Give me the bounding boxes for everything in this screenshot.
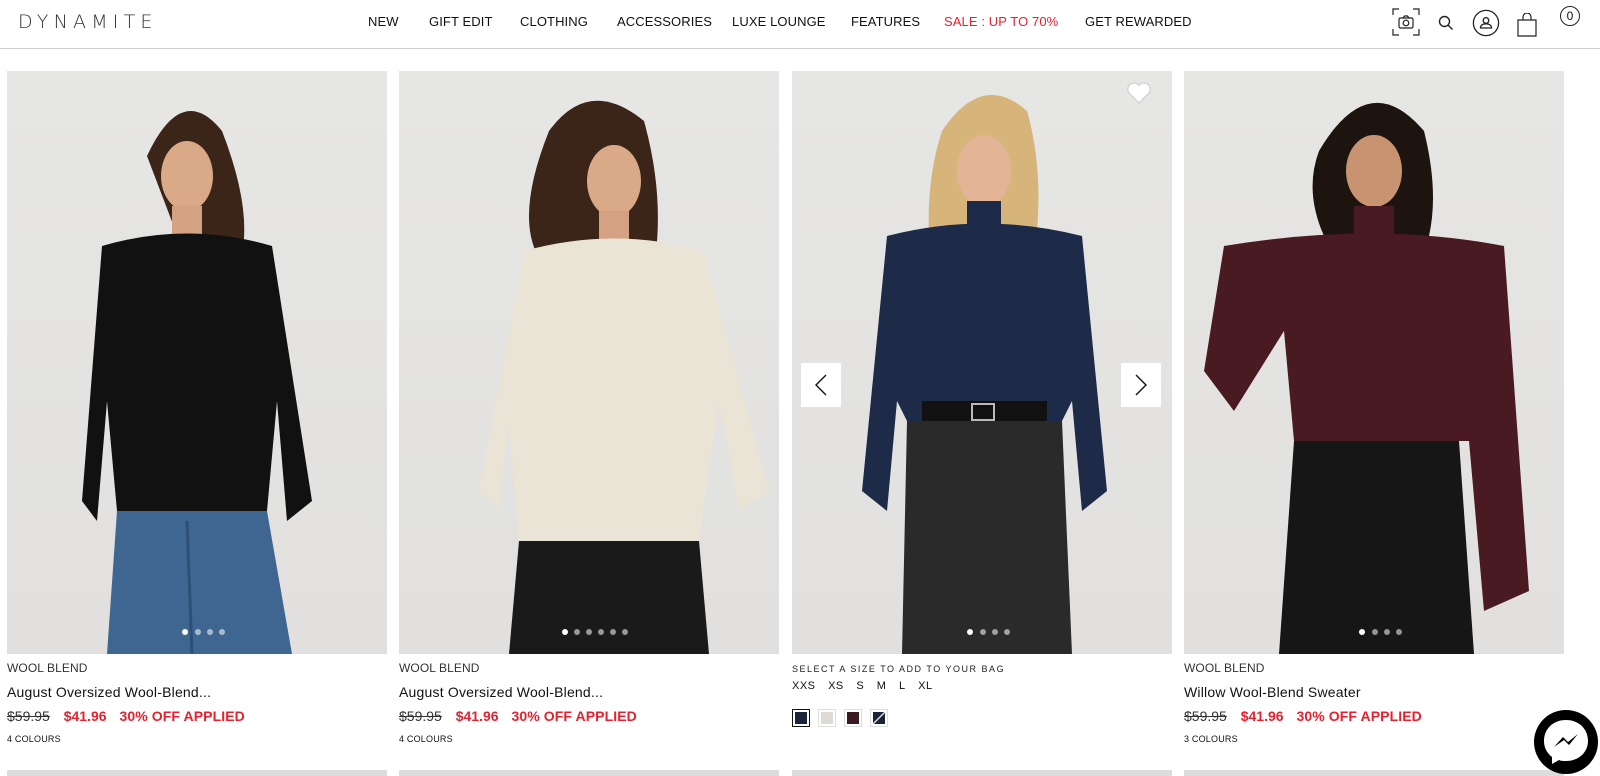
carousel-dot[interactable]: [980, 629, 986, 635]
original-price: $59.95: [1184, 708, 1227, 724]
product-tag: WOOL BLEND: [399, 661, 480, 675]
next-row-product-image: [7, 770, 387, 776]
shopping-bag-icon[interactable]: [1516, 13, 1538, 37]
carousel-dot[interactable]: [1384, 629, 1390, 635]
carousel-dot[interactable]: [1359, 629, 1365, 635]
product-name[interactable]: August Oversized Wool-Blend...: [7, 683, 387, 701]
nav-features[interactable]: FEATURES: [851, 14, 920, 29]
sweater: [82, 233, 312, 521]
carousel-dot[interactable]: [207, 629, 213, 635]
image-carousel-dots: [1184, 629, 1564, 635]
carousel-dot[interactable]: [1004, 629, 1010, 635]
original-price: $59.95: [399, 708, 442, 724]
sale-price: $41.96: [63, 708, 107, 724]
nav-clothing[interactable]: CLOTHING: [520, 14, 588, 29]
model-photo: [82, 111, 312, 654]
discount-label: 30% OFF APPLIED: [119, 708, 245, 724]
model-photo: [1204, 102, 1529, 654]
nav-luxe-lounge[interactable]: LUXE LOUNGE: [732, 14, 826, 29]
product-card[interactable]: SELECT A SIZE TO ADD TO YOUR BAG XXS XS …: [792, 71, 1172, 727]
account-icon[interactable]: [1472, 9, 1500, 37]
product-image[interactable]: [7, 71, 387, 654]
swatch-navy[interactable]: [792, 709, 810, 727]
nav-new[interactable]: NEW: [368, 14, 399, 29]
site-header: DYNAMITE NEW GIFT EDIT CLOTHING ACCESSOR…: [0, 0, 1600, 49]
product-image[interactable]: [1184, 71, 1564, 654]
carousel-dot[interactable]: [195, 629, 201, 635]
bag-count-badge: 0: [1560, 6, 1580, 26]
image-carousel-dots: [7, 629, 387, 635]
product-name[interactable]: Willow Wool-Blend Sweater: [1184, 683, 1564, 701]
next-row-product-image: [399, 770, 779, 776]
next-row-product-image: [1184, 770, 1564, 776]
discount-label: 30% OFF APPLIED: [511, 708, 637, 724]
nav-gift-edit[interactable]: GIFT EDIT: [429, 14, 493, 29]
colour-count: 4 COLOURS: [7, 734, 61, 744]
image-carousel-dots: [399, 629, 779, 635]
sweater: [479, 238, 769, 541]
carousel-dot[interactable]: [598, 629, 604, 635]
size-selector: XXS XS S M L XL: [792, 680, 1172, 698]
colour-count: 3 COLOURS: [1184, 734, 1238, 744]
product-card[interactable]: WOOL BLEND Willow Wool-Blend Sweater $59…: [1184, 71, 1564, 744]
colour-swatches: [792, 709, 1172, 727]
search-icon[interactable]: [1438, 15, 1454, 31]
carousel-dot[interactable]: [992, 629, 998, 635]
model-photo: [862, 95, 1107, 654]
product-image[interactable]: [792, 71, 1172, 654]
chevron-right-icon: [1135, 374, 1147, 396]
carousel-dot[interactable]: [1372, 629, 1378, 635]
image-carousel-dots: [792, 629, 1172, 635]
colour-count: 4 COLOURS: [399, 734, 453, 744]
swatch-black-navy[interactable]: [870, 709, 888, 727]
carousel-dot[interactable]: [586, 629, 592, 635]
sale-price: $41.96: [455, 708, 499, 724]
product-tag: WOOL BLEND: [7, 661, 88, 675]
size-option[interactable]: S: [856, 680, 864, 692]
sale-price: $41.96: [1240, 708, 1284, 724]
carousel-dot[interactable]: [967, 629, 973, 635]
original-price: $59.95: [7, 708, 50, 724]
carousel-dot[interactable]: [562, 629, 568, 635]
messenger-icon[interactable]: [1530, 706, 1600, 776]
size-option[interactable]: L: [899, 680, 906, 692]
model-photo: [479, 100, 769, 654]
product-card[interactable]: WOOL BLEND August Oversized Wool-Blend..…: [7, 71, 387, 744]
dynamite-logo[interactable]: DYNAMITE: [18, 11, 158, 33]
swatch-burgundy[interactable]: [844, 709, 862, 727]
nav-get-rewarded[interactable]: GET REWARDED: [1085, 14, 1192, 29]
next-row-product-image: [792, 770, 1172, 776]
product-name[interactable]: August Oversized Wool-Blend...: [399, 683, 779, 701]
swatch-cream[interactable]: [818, 709, 836, 727]
product-tag: WOOL BLEND: [1184, 661, 1265, 675]
carousel-next-button[interactable]: [1121, 363, 1161, 407]
size-option[interactable]: XL: [918, 680, 932, 692]
chevron-left-icon: [815, 374, 827, 396]
carousel-dot[interactable]: [622, 629, 628, 635]
size-option[interactable]: XXS: [792, 680, 816, 692]
nav-accessories[interactable]: ACCESSORIES: [617, 14, 712, 29]
carousel-dot[interactable]: [182, 629, 188, 635]
size-option[interactable]: XS: [828, 680, 844, 692]
nav-sale[interactable]: SALE : UP TO 70%: [944, 14, 1058, 29]
wishlist-heart-icon[interactable]: [1126, 81, 1152, 105]
size-option[interactable]: M: [877, 680, 887, 692]
discount-label: 30% OFF APPLIED: [1296, 708, 1422, 724]
carousel-dot[interactable]: [610, 629, 616, 635]
carousel-dot[interactable]: [219, 629, 225, 635]
product-image[interactable]: [399, 71, 779, 654]
size-prompt: SELECT A SIZE TO ADD TO YOUR BAG: [792, 664, 1006, 674]
carousel-prev-button[interactable]: [801, 363, 841, 407]
carousel-dot[interactable]: [574, 629, 580, 635]
carousel-dot[interactable]: [1396, 629, 1402, 635]
camera-search-icon[interactable]: [1392, 8, 1420, 36]
product-card[interactable]: WOOL BLEND August Oversized Wool-Blend..…: [399, 71, 779, 744]
